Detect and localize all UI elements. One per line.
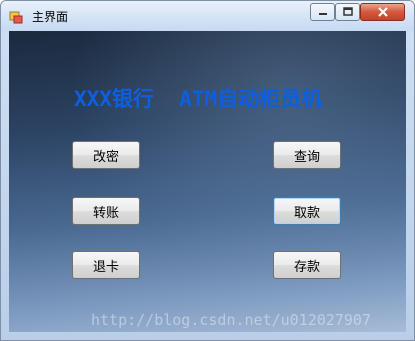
change-password-button[interactable]: 改密 <box>72 141 140 169</box>
query-button[interactable]: 查询 <box>273 141 341 169</box>
minimize-icon <box>318 13 327 15</box>
main-window: 主界面 XXX银行 ATM自动柜员机 改密 查询 转账 取款 退卡 存款 htt… <box>0 0 415 341</box>
client-area: XXX银行 ATM自动柜员机 改密 查询 转账 取款 退卡 存款 http://… <box>9 31 406 332</box>
transfer-button[interactable]: 转账 <box>72 197 140 225</box>
close-button[interactable] <box>360 3 405 21</box>
bank-heading: XXX银行 ATM自动柜员机 <box>74 87 323 111</box>
app-form-icon <box>9 11 23 24</box>
eject-card-button[interactable]: 退卡 <box>72 251 140 279</box>
maximize-icon <box>342 7 353 16</box>
close-icon <box>377 7 388 17</box>
deposit-button[interactable]: 存款 <box>273 251 341 279</box>
window-title: 主界面 <box>32 10 69 24</box>
maximize-button[interactable] <box>335 3 360 21</box>
watermark: http://blog.csdn.net/u012027907 <box>91 311 371 329</box>
title-bar[interactable]: 主界面 <box>1 1 414 31</box>
minimize-button[interactable] <box>310 3 335 21</box>
withdraw-button[interactable]: 取款 <box>273 197 341 225</box>
